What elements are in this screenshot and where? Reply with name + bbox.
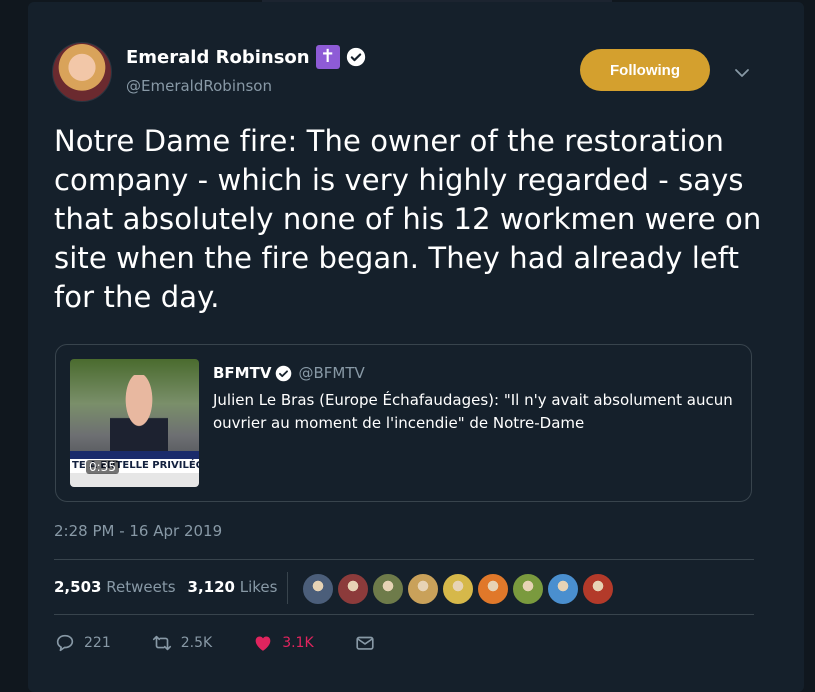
engagement-stats: 2,503 Retweets 3,120 Likes [54, 578, 277, 596]
liker-avatar[interactable] [582, 573, 614, 605]
author-avatar[interactable] [52, 42, 112, 102]
following-button[interactable]: Following [580, 49, 710, 91]
liker-avatar[interactable] [512, 573, 544, 605]
liker-avatar[interactable] [442, 573, 474, 605]
retweets-stat[interactable]: 2,503 Retweets [54, 578, 176, 596]
quoted-video-thumbnail[interactable]: TE A ENTELLE PRIVILÉGIÉE 0:35 [70, 359, 199, 487]
likes-stat[interactable]: 3,120 Likes [188, 578, 278, 596]
quoted-tweet[interactable]: TE A ENTELLE PRIVILÉGIÉE 0:35 BFMTV @BFM… [55, 344, 752, 502]
cross-emoji-badge: ✝ [315, 45, 340, 69]
like-button[interactable]: 3.1K [252, 632, 314, 654]
reply-button[interactable]: 221 [54, 632, 111, 654]
liker-avatar[interactable] [337, 573, 369, 605]
tweet-timestamp[interactable]: 2:28 PM - 16 Apr 2019 [54, 522, 222, 540]
divider-top [54, 559, 754, 560]
quoted-tweet-text: Julien Le Bras (Europe Échafaudages): "I… [213, 391, 733, 432]
quoted-verified-badge-icon [276, 365, 292, 381]
heart-icon [255, 636, 271, 651]
chevron-down-icon[interactable] [733, 64, 751, 82]
author-display-name[interactable]: Emerald Robinson [126, 47, 310, 68]
reply-icon [56, 634, 74, 652]
likes-label: Likes [239, 578, 278, 596]
video-ticker-bottom [70, 473, 199, 487]
liker-avatar[interactable] [372, 573, 404, 605]
likes-count: 3,120 [187, 578, 235, 596]
author-handle[interactable]: @EmeraldRobinson [126, 77, 272, 95]
liker-avatar[interactable] [407, 573, 439, 605]
quoted-author-row[interactable]: BFMTV @BFMTV [213, 364, 365, 382]
liker-avatar[interactable] [547, 573, 579, 605]
tweet-text: Notre Dame fire: The owner of the restor… [54, 124, 762, 314]
liker-avatar[interactable] [302, 573, 334, 605]
retweets-label: Retweets [106, 578, 176, 596]
stats-separator [287, 572, 288, 604]
retweets-count: 2,503 [54, 578, 102, 596]
retweet-count: 2.5K [180, 635, 213, 651]
video-person-figure [110, 375, 168, 457]
divider-bottom [54, 614, 754, 615]
quoted-author-handle[interactable]: @BFMTV [298, 364, 364, 382]
envelope-icon [356, 636, 374, 650]
reply-count: 221 [84, 635, 111, 651]
video-ticker-top [70, 451, 199, 459]
verified-badge-icon [346, 47, 365, 67]
liker-avatar[interactable] [477, 573, 509, 605]
author-name-row[interactable]: Emerald Robinson ✝ [126, 45, 366, 69]
direct-message-button[interactable] [354, 632, 376, 654]
retweet-icon [152, 635, 171, 651]
quoted-author-name[interactable]: BFMTV [213, 364, 271, 382]
retweet-button[interactable]: 2.5K [151, 632, 212, 654]
like-count: 3.1K [282, 635, 314, 651]
action-bar: 221 2.5K 3.1K [54, 632, 416, 654]
video-duration: 0:35 [86, 460, 119, 474]
liker-avatars [302, 573, 614, 605]
